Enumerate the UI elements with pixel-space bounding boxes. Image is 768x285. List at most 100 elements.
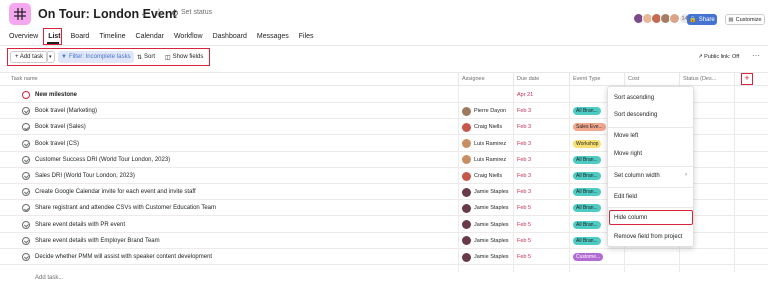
event-type-cell[interactable]: All Bran... (573, 200, 601, 216)
event-type-cell[interactable]: All Bran... (573, 217, 601, 233)
assignee-cell[interactable]: Jamie Staples (462, 233, 509, 249)
assignee-cell[interactable]: Jamie Staples (462, 184, 509, 200)
assignee-cell[interactable]: Luis Ramirez (462, 152, 506, 168)
add-task-link[interactable]: Add task... (35, 275, 63, 281)
public-link-button[interactable]: ↗ Public link: Off (698, 54, 739, 60)
avatar (462, 220, 471, 230)
tab-overview[interactable]: Overview (9, 31, 43, 43)
complete-check-icon[interactable] (22, 172, 30, 180)
tab-calendar[interactable]: Calendar (131, 31, 169, 43)
menu-item-sort-descending[interactable]: Sort descending (614, 112, 657, 118)
task-name[interactable]: Decide whether PMM will assist with spea… (35, 249, 212, 265)
assignee-cell[interactable]: Craig Niells (462, 168, 502, 184)
project-icon[interactable] (9, 3, 31, 25)
complete-check-icon[interactable] (22, 155, 30, 164)
due-date[interactable]: Feb 5 (517, 200, 531, 216)
tab-board[interactable]: Board (66, 31, 95, 43)
tab-workflow[interactable]: Workflow (169, 31, 208, 43)
due-date[interactable]: Feb 5 (517, 233, 531, 249)
star-icon[interactable]: ☆ (154, 6, 164, 19)
column-header-status[interactable]: Status (Des... (679, 73, 734, 86)
due-date[interactable]: Feb 3 (517, 168, 531, 184)
column-header-due-date[interactable]: Due date (513, 73, 569, 86)
complete-check-icon[interactable] (22, 236, 30, 245)
chevron-down-icon[interactable]: ▾ (46, 51, 55, 63)
task-name[interactable]: New milestone (35, 87, 77, 103)
table-header: Task name Assignee Due date Event Type C… (0, 72, 768, 86)
complete-check-icon[interactable] (22, 188, 30, 197)
column-header-assignee[interactable]: Assignee (458, 73, 513, 86)
event-type-tag: All Bran... (573, 107, 601, 116)
tab-dashboard[interactable]: Dashboard (208, 31, 252, 43)
due-date[interactable]: Feb 5 (517, 217, 531, 233)
show-fields-button[interactable]: ◫ Show fields (165, 51, 203, 63)
menu-item-move-left[interactable]: Move left (614, 133, 638, 139)
assignee-cell[interactable]: Jamie Staples (462, 200, 509, 216)
task-name[interactable]: Create Google Calendar invite for each e… (35, 184, 196, 200)
complete-check-icon[interactable] (22, 139, 30, 148)
table-row[interactable]: Decide whether PMM will assist with spea… (0, 249, 768, 265)
tab-messages[interactable]: Messages (252, 31, 294, 43)
menu-divider (608, 166, 694, 167)
avatar (462, 155, 471, 165)
set-status-button[interactable]: Set status (172, 9, 212, 16)
filter-button[interactable]: ▼ Filter: Incomplete tasks (58, 51, 134, 63)
due-date[interactable]: Feb 3 (517, 136, 531, 152)
menu-item-remove-field[interactable]: Remove field from project (614, 234, 682, 240)
task-name[interactable]: Share event details with PR event (35, 217, 125, 233)
column-header-event-type[interactable]: Event Type (569, 73, 624, 86)
due-date[interactable]: Feb 3 (517, 152, 531, 168)
event-type-cell[interactable]: All Bran... (573, 168, 601, 184)
menu-item-sort-ascending[interactable]: Sort ascending (614, 95, 654, 101)
menu-item-edit-field[interactable]: Edit field (614, 194, 637, 200)
complete-check-icon[interactable] (22, 253, 30, 261)
column-header-task-name[interactable]: Task name (0, 73, 458, 86)
sort-button[interactable]: ⇅ Sort (137, 51, 155, 63)
event-type-cell[interactable]: Workshop (573, 136, 602, 152)
menu-item-move-right[interactable]: Move right (614, 151, 642, 157)
task-name[interactable]: Customer Success DRI (World Tour London,… (35, 152, 170, 168)
complete-check-icon[interactable] (22, 204, 30, 213)
assignee-cell[interactable]: Luis Ramirez (462, 136, 506, 152)
more-options-icon[interactable]: ⋯ (752, 51, 760, 60)
add-task-button[interactable]: + Add task (10, 51, 49, 63)
assignee-name: Jamie Staples (474, 205, 509, 212)
sort-label: Sort (144, 54, 156, 60)
tab-timeline[interactable]: Timeline (94, 31, 130, 43)
complete-check-icon[interactable] (22, 220, 30, 229)
due-date[interactable]: Feb 3 (517, 103, 531, 119)
complete-check-icon[interactable] (22, 123, 30, 132)
member-avatars[interactable]: 14 (633, 13, 690, 24)
event-type-cell[interactable]: Custome... (573, 249, 604, 265)
menu-divider (608, 187, 694, 188)
assignee-cell[interactable]: Jamie Staples (462, 249, 509, 265)
assignee-name: Jamie Staples (474, 189, 509, 196)
due-date[interactable]: Feb 5 (517, 249, 531, 265)
milestone-icon[interactable] (22, 91, 30, 99)
event-type-cell[interactable]: All Bran... (573, 233, 601, 249)
due-date[interactable]: Feb 3 (517, 119, 531, 135)
task-name[interactable]: Share registrant and attendee CSVs with … (35, 200, 216, 216)
task-name[interactable]: Sales DRI (World Tour London, 2023) (35, 168, 135, 184)
event-type-cell[interactable]: All Bran... (573, 103, 601, 119)
due-date[interactable]: Feb 3 (517, 184, 531, 200)
add-column-button[interactable]: + (741, 73, 753, 85)
event-type-cell[interactable]: All Bran... (573, 184, 601, 200)
due-date[interactable]: Apr 21 (517, 87, 533, 103)
share-button[interactable]: 🔒 Share (687, 14, 717, 25)
task-name[interactable]: Book travel (Marketing) (35, 103, 97, 119)
tab-files[interactable]: Files (294, 31, 319, 43)
menu-item-set-column-width[interactable]: Set column width (614, 173, 660, 179)
complete-check-icon[interactable] (22, 107, 30, 116)
column-header-cost[interactable]: Cost (624, 73, 679, 86)
assignee-cell[interactable]: Craig Niells (462, 119, 502, 135)
task-name[interactable]: Book travel (Sales) (35, 119, 86, 135)
task-name[interactable]: Book travel (CS) (35, 136, 79, 152)
event-type-cell[interactable]: All Bran... (573, 152, 601, 168)
assignee-cell[interactable]: Pierre Dayon (462, 103, 506, 119)
task-name[interactable]: Share event details with Employer Brand … (35, 233, 160, 249)
assignee-cell[interactable]: Jamie Staples (462, 217, 509, 233)
event-type-cell[interactable]: Sales Eve... (573, 119, 606, 135)
chevron-down-icon[interactable]: ⌄ (140, 8, 148, 19)
customize-button[interactable]: ▦ Customize (725, 14, 765, 25)
